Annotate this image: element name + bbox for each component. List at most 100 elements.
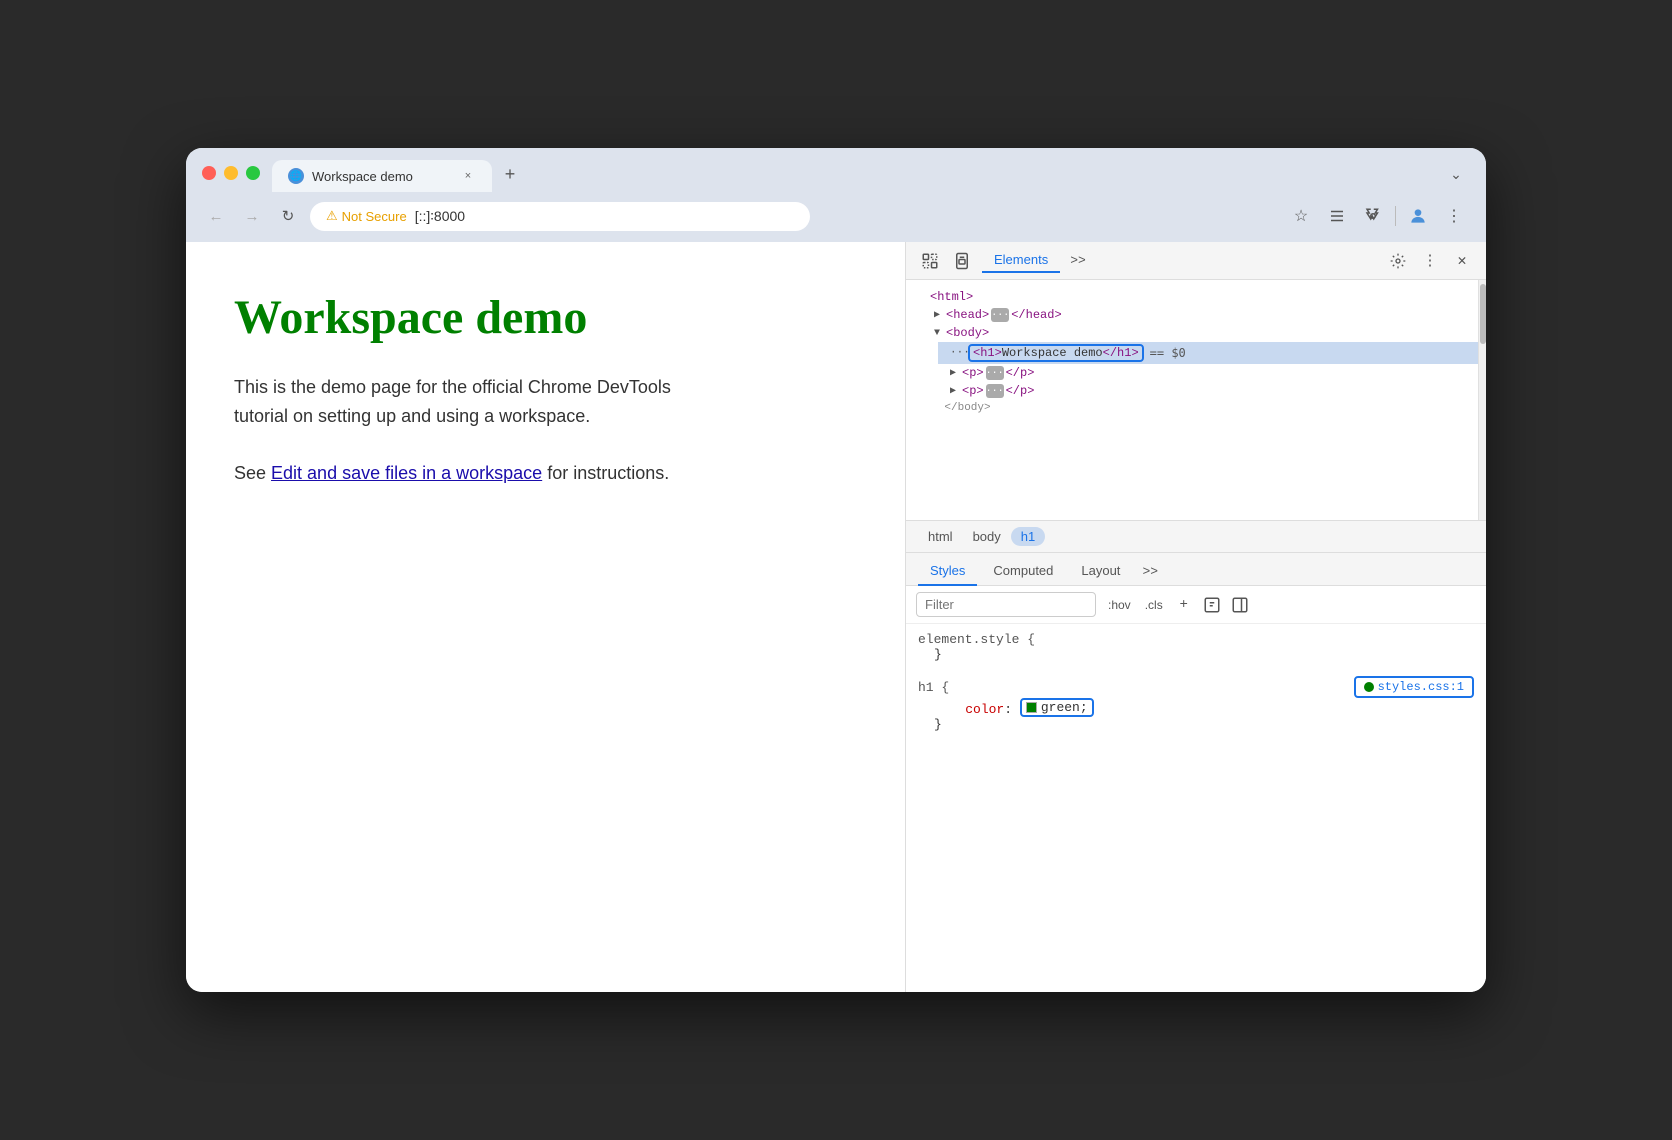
toolbar-divider [1395, 206, 1396, 226]
inspect-element-icon[interactable] [918, 249, 942, 273]
devtools-panel: Elements >> ⋮ ✕ <html> [906, 242, 1486, 992]
styles-panel: Styles Computed Layout >> :hov .cls + [906, 553, 1486, 992]
css-property-close: } [918, 717, 1474, 732]
more-options-icon[interactable]: ⋮ [1418, 249, 1442, 273]
triangle-body[interactable] [934, 328, 946, 339]
profile-icon[interactable] [1402, 200, 1434, 232]
dom-scrollbar[interactable] [1478, 280, 1486, 520]
color-value-outline: green; [1020, 698, 1094, 717]
not-secure-label: Not Secure [342, 209, 407, 224]
hov-filter-button[interactable]: :hov [1104, 596, 1135, 614]
devtools-tabs: Elements >> [982, 248, 1092, 273]
address-input[interactable]: ⚠ Not Secure [::]∶8000 [310, 202, 810, 231]
address-url: [::]∶8000 [415, 208, 465, 225]
css-rules: element.style { } h1 { styles.css:1 [906, 624, 1486, 992]
breadcrumb-body[interactable]: body [963, 527, 1011, 546]
device-toolbar-icon[interactable] [950, 249, 974, 273]
tab-layout[interactable]: Layout [1069, 557, 1132, 586]
address-bar: ← → ↻ ⚠ Not Secure [::]∶8000 ☆ [186, 192, 1486, 242]
dom-line-p2[interactable]: <p> ··· </p> [938, 382, 1486, 400]
page-paragraph-1: This is the demo page for the official C… [234, 373, 674, 431]
h1-node-outline: <h1>Workspace demo</h1> [968, 344, 1144, 362]
tab-styles[interactable]: Styles [918, 557, 977, 586]
new-style-rule-icon[interactable] [1201, 594, 1223, 616]
page-heading: Workspace demo [234, 290, 857, 345]
dom-line-p1[interactable]: <p> ··· </p> [938, 364, 1486, 382]
triangle-head[interactable] [934, 309, 946, 321]
paragraph-2-after: for instructions. [542, 463, 669, 483]
settings-icon[interactable] [1386, 249, 1410, 273]
dom-line-head[interactable]: <head> ··· </head> [922, 306, 1486, 324]
browser-tab[interactable]: 🌐 Workspace demo × [272, 160, 492, 192]
title-bar: 🌐 Workspace demo × + ⌄ [186, 148, 1486, 192]
triangle-p2[interactable] [950, 385, 962, 397]
css-selector-element-style: element.style { [918, 632, 1035, 647]
breadcrumb-h1[interactable]: h1 [1011, 527, 1045, 546]
ellipsis-p1[interactable]: ··· [986, 366, 1004, 380]
css-source-link[interactable]: styles.css:1 [1354, 676, 1474, 698]
css-prop-value-color: green; [1041, 700, 1088, 715]
tab-elements[interactable]: Elements [982, 248, 1060, 273]
page-content: Workspace demo This is the demo page for… [186, 242, 906, 992]
css-property-color: color: green; [918, 698, 1474, 717]
css-rule-element-style-header: element.style { [918, 632, 1474, 647]
extensions-icon[interactable] [1321, 200, 1353, 232]
warning-triangle-icon: ⚠ [326, 208, 338, 224]
ellipsis-indicator: ··· [950, 347, 968, 359]
toggle-sidebar-icon[interactable] [1229, 594, 1251, 616]
cls-filter-button[interactable]: .cls [1141, 596, 1167, 614]
tab-more-button[interactable]: >> [1064, 249, 1092, 272]
styles-more-button[interactable]: >> [1136, 560, 1164, 583]
main-content: Workspace demo This is the demo page for… [186, 242, 1486, 992]
css-property-empty: } [918, 647, 1474, 662]
dom-equals: == $0 [1150, 346, 1186, 360]
not-secure-icon: ⚠ Not Secure [326, 208, 407, 224]
forward-button[interactable]: → [238, 202, 266, 230]
dom-body-close-partial: </body> [906, 400, 1486, 416]
close-window-button[interactable] [202, 166, 216, 180]
ellipsis-p2[interactable]: ··· [986, 384, 1004, 398]
dom-line-body[interactable]: <body> [922, 324, 1486, 342]
tab-title: Workspace demo [312, 169, 452, 184]
css-source-dot [1364, 682, 1374, 692]
dom-scrollbar-thumb[interactable] [1480, 284, 1486, 344]
breadcrumb-html[interactable]: html [918, 527, 963, 546]
tab-computed[interactable]: Computed [981, 557, 1065, 586]
tab-dropdown-button[interactable]: ⌄ [1442, 160, 1470, 188]
maximize-window-button[interactable] [246, 166, 260, 180]
filter-buttons: :hov .cls + [1104, 594, 1251, 616]
back-button[interactable]: ← [202, 202, 230, 230]
ellipsis-head[interactable]: ··· [991, 308, 1009, 322]
css-rule-element-style: element.style { } [918, 632, 1474, 662]
dom-line-h1[interactable]: ··· <h1>Workspace demo</h1> == $0 [938, 342, 1486, 364]
browser-window: 🌐 Workspace demo × + ⌄ ← → ↻ ⚠ Not Secur… [186, 148, 1486, 992]
devtools-header: Elements >> ⋮ ✕ [906, 242, 1486, 280]
reload-button[interactable]: ↻ [274, 202, 302, 230]
css-prop-name-color: color [965, 702, 1004, 717]
filter-input[interactable] [916, 592, 1096, 617]
traffic-lights [202, 166, 260, 192]
tab-close-button[interactable]: × [460, 168, 476, 184]
dom-line-html[interactable]: <html> [906, 288, 1486, 306]
tab-favicon: 🌐 [288, 168, 304, 184]
close-devtools-icon[interactable]: ✕ [1450, 249, 1474, 273]
minimize-window-button[interactable] [224, 166, 238, 180]
filter-row: :hov .cls + [906, 586, 1486, 624]
color-swatch[interactable] [1026, 702, 1037, 713]
breadcrumb-bar: html body h1 [906, 520, 1486, 553]
page-paragraph-2: See Edit and save files in a workspace f… [234, 459, 674, 488]
css-selector-h1: h1 { [918, 680, 949, 695]
bookmark-icon[interactable]: ☆ [1285, 200, 1317, 232]
workspace-link[interactable]: Edit and save files in a workspace [271, 463, 542, 483]
css-rule-h1: h1 { styles.css:1 color: green; } [918, 676, 1474, 732]
dom-tree: <html> <head> ··· </head> <body> ··· <h1… [906, 280, 1486, 520]
add-style-rule-icon[interactable]: + [1173, 594, 1195, 616]
new-tab-button[interactable]: + [496, 160, 524, 188]
css-rule-h1-header: h1 { styles.css:1 [918, 676, 1474, 698]
menu-icon[interactable]: ⋮ [1438, 200, 1470, 232]
paragraph-2-before: See [234, 463, 271, 483]
css-source-label: styles.css:1 [1378, 680, 1464, 694]
devtools-icon[interactable] [1357, 200, 1389, 232]
toolbar-icons: ☆ ⋮ [1285, 200, 1470, 232]
triangle-p1[interactable] [950, 367, 962, 379]
